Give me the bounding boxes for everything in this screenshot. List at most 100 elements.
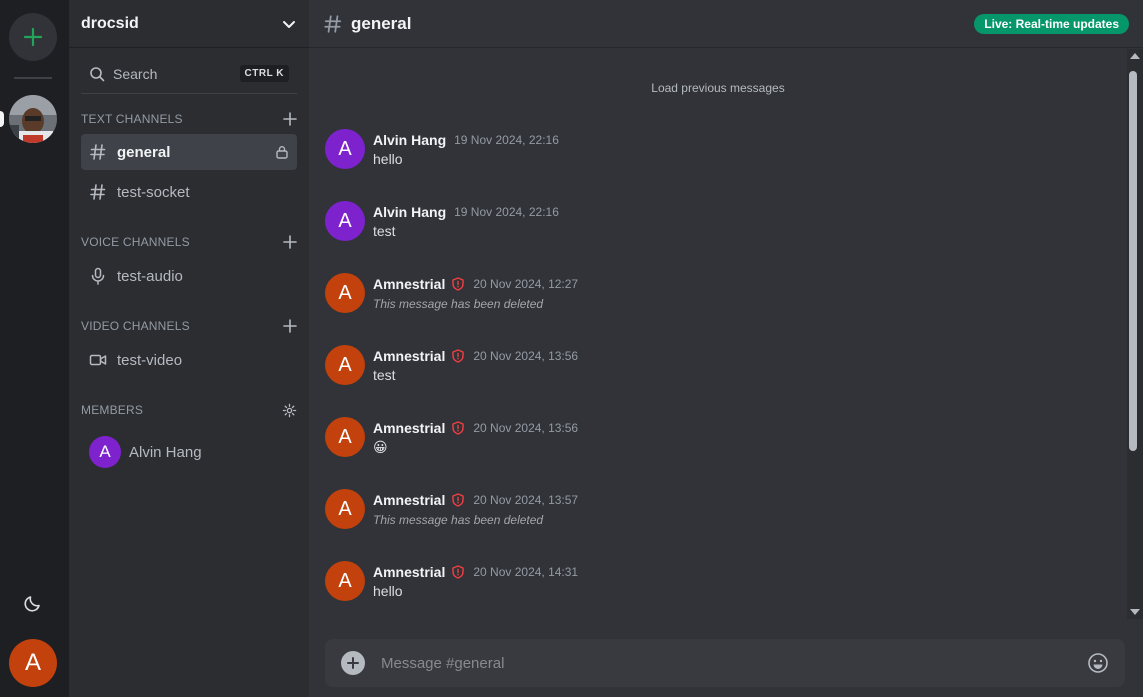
video-channels-header: VIDEO CHANNELS: [69, 316, 309, 336]
channel-name: test-socket: [117, 183, 190, 201]
avatar[interactable]: A: [325, 201, 365, 241]
shield-alert-icon: [452, 277, 465, 291]
message-author[interactable]: Amnestrial: [373, 420, 445, 436]
add-video-channel-icon[interactable]: [283, 319, 297, 333]
message-input[interactable]: [381, 654, 1087, 672]
scrollbar[interactable]: [1127, 49, 1143, 619]
server-name: drocsid: [81, 14, 139, 32]
message-author[interactable]: Amnestrial: [373, 492, 445, 508]
search-shortcut: CTRL K: [239, 65, 289, 82]
message-timestamp: 20 Nov 2024, 13:56: [473, 421, 579, 435]
current-user-avatar[interactable]: A: [9, 639, 57, 687]
moderator-badge: [451, 493, 465, 507]
avatar[interactable]: A: [325, 561, 365, 601]
message-item: A Amnestrial 20 Nov 2024, 14:31 hello: [325, 561, 1105, 617]
message-body: 😀: [373, 439, 388, 455]
plus-icon: [23, 27, 43, 47]
message-author[interactable]: Alvin Hang: [373, 204, 446, 220]
message-body: hello: [373, 151, 403, 167]
search-button[interactable]: Search CTRL K: [81, 54, 297, 94]
hash-icon: [90, 184, 106, 200]
avatar[interactable]: A: [325, 273, 365, 313]
moderator-badge: [451, 565, 465, 579]
members-header: MEMBERS: [69, 400, 309, 420]
message-body: hello: [373, 583, 403, 599]
moderator-badge: [451, 277, 465, 291]
message-header: Amnestrial 20 Nov 2024, 13:56: [373, 419, 578, 437]
message-timestamp: 19 Nov 2024, 22:16: [454, 133, 559, 147]
message-item: A Amnestrial 20 Nov 2024, 13:56 😀: [325, 417, 1105, 473]
hash-icon: [324, 14, 342, 33]
message-body: This message has been deleted: [373, 297, 544, 311]
add-text-channel-icon[interactable]: [283, 112, 297, 126]
avatar[interactable]: A: [325, 129, 365, 169]
message-author[interactable]: Amnestrial: [373, 564, 445, 580]
avatar[interactable]: A: [325, 417, 365, 457]
message-timestamp: 20 Nov 2024, 12:27: [473, 277, 579, 291]
avatar[interactable]: A: [325, 345, 365, 385]
message-body: This message has been deleted: [373, 513, 544, 527]
shield-alert-icon: [452, 565, 465, 579]
hash-icon: [90, 144, 106, 160]
load-previous-button[interactable]: Load previous messages: [309, 81, 1127, 95]
channel-sidebar: drocsid Search CTRL K TEXT CHANNELS gene…: [69, 0, 309, 697]
server-avatar-image: [9, 95, 57, 143]
message-author[interactable]: Amnestrial: [373, 276, 445, 292]
emoji-button[interactable]: [1087, 652, 1109, 674]
attach-button[interactable]: [341, 651, 365, 675]
channel-general[interactable]: general: [81, 134, 297, 170]
add-voice-channel-icon[interactable]: [283, 235, 297, 249]
channel-test-audio[interactable]: test-audio: [81, 258, 297, 294]
message-timestamp: 19 Nov 2024, 22:16: [454, 205, 559, 219]
avatar[interactable]: A: [325, 489, 365, 529]
gear-icon[interactable]: [282, 403, 297, 418]
theme-toggle-button[interactable]: [22, 592, 44, 614]
channel-name: test-audio: [117, 267, 183, 285]
avatar: A: [89, 436, 121, 468]
lock-icon: [276, 146, 288, 159]
video-channels-label: VIDEO CHANNELS: [81, 319, 190, 333]
scroll-up-arrow[interactable]: [1130, 53, 1140, 59]
message-list: Load previous messages A Alvin Hang 19 Nov…: [309, 49, 1127, 625]
message-composer: [325, 639, 1125, 687]
shield-alert-icon: [452, 349, 465, 363]
add-server-button[interactable]: [9, 13, 57, 61]
message-body: test: [373, 223, 396, 239]
scroll-down-arrow[interactable]: [1130, 609, 1140, 615]
message-item: A Amnestrial 20 Nov 2024, 13:56 test: [325, 345, 1105, 401]
server-avatar[interactable]: [9, 95, 57, 143]
message-author[interactable]: Amnestrial: [373, 348, 445, 364]
smile-icon: [1088, 653, 1108, 673]
moderator-badge: [451, 421, 465, 435]
server-rail: A: [0, 0, 69, 697]
video-icon: [89, 354, 107, 366]
text-channels-header: TEXT CHANNELS: [69, 109, 309, 129]
message-item: A Amnestrial 20 Nov 2024, 12:27 This messag…: [325, 273, 1105, 329]
message-item: A Amnestrial 20 Nov 2024, 13:57 This messag…: [325, 489, 1105, 545]
server-header[interactable]: drocsid: [69, 0, 309, 48]
scrollbar-thumb[interactable]: [1129, 71, 1137, 451]
channel-test-socket[interactable]: test-socket: [81, 174, 297, 210]
active-server-indicator: [0, 111, 4, 127]
shield-alert-icon: [452, 493, 465, 507]
live-updates-badge[interactable]: Live: Real-time updates: [974, 13, 1129, 34]
channel-test-video[interactable]: test-video: [81, 342, 297, 378]
channel-name: test-video: [117, 351, 183, 369]
message-timestamp: 20 Nov 2024, 13:57: [473, 493, 579, 507]
rail-divider: [14, 77, 52, 79]
mic-icon: [91, 267, 105, 285]
search-label: Search: [113, 65, 158, 82]
plus-circle-icon: [347, 657, 359, 669]
message-header: Amnestrial 20 Nov 2024, 13:56: [373, 347, 578, 365]
message-header: Amnestrial 20 Nov 2024, 14:31: [373, 563, 578, 581]
member-alvin-hang[interactable]: A Alvin Hang: [81, 432, 297, 472]
message-author[interactable]: Alvin Hang: [373, 132, 446, 148]
voice-channels-label: VOICE CHANNELS: [81, 235, 190, 249]
members-label: MEMBERS: [81, 403, 144, 417]
chat-area: general Live: Real-time updates Load pre…: [309, 0, 1143, 697]
channel-header: general Live: Real-time updates: [309, 0, 1143, 48]
search-icon: [90, 66, 105, 81]
message-item: A Alvin Hang 19 Nov 2024, 22:16 test: [325, 201, 1105, 257]
message-timestamp: 20 Nov 2024, 14:31: [473, 565, 579, 579]
message-item: A Alvin Hang 19 Nov 2024, 22:16 hello: [325, 129, 1105, 185]
